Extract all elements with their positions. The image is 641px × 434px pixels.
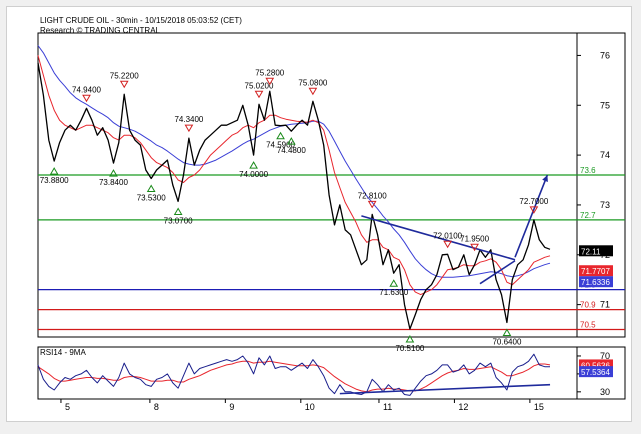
rsi-last-value-label: 57.5364 [581,368,610,377]
swing-high-label: 72.7000 [519,197,548,206]
x-tick-label: 11 [383,402,392,412]
swing-high-label: 72.0100 [433,231,462,240]
x-tick-label: 5 [65,402,70,412]
swing-high-label: 75.0200 [245,81,274,90]
rsi-title: RSI14 - 9MA [40,348,86,357]
level-label: 72.7 [580,211,596,220]
swing-low-label: 73.5300 [137,194,166,203]
last-value-label: 72.11 [581,247,601,256]
swing-low-label: 74.4800 [277,146,306,155]
swing-low-label: 73.8400 [99,178,128,187]
swing-low-marker [173,207,183,215]
y-tick-label: 75 [600,100,610,110]
swing-low-marker [146,184,156,193]
chart-frame: LIGHT CRUDE OIL - 30min - 10/15/2018 05:… [6,6,632,422]
swing-high-label: 75.2800 [255,68,284,77]
swing-high-marker [119,80,129,89]
swing-low-label: 73.0700 [164,216,193,225]
rsi-y-tick-label: 30 [600,387,610,397]
swing-low-marker [502,328,512,337]
swing-high-label: 75.0800 [298,78,327,87]
rsi-trendline [339,383,551,395]
y-tick-label: 74 [600,150,610,160]
x-tick-label: 12 [458,402,468,412]
swing-low-marker [389,279,399,287]
x-tick-label: 15 [534,402,544,412]
y-tick-label: 71 [600,300,610,310]
swing-high-marker [82,94,91,103]
swing-high-label: 71.9500 [460,234,489,243]
swing-low-label: 73.8800 [40,176,69,185]
x-tick-label: 10 [305,402,315,412]
swing-high-label: 75.2200 [110,71,139,80]
x-tick-label: 9 [229,402,234,412]
swing-low-marker [249,161,258,169]
last-value-label: 71.6336 [581,278,610,287]
swing-low-label: 70.5100 [395,344,424,353]
swing-high-marker [308,87,318,96]
level-label: 73.6 [580,166,596,175]
level-label: 70.9 [580,301,596,310]
swing-low-marker [49,167,59,175]
swing-low-label: 74.0000 [239,170,268,179]
rsi-line [37,353,550,396]
swing-high-label: 74.9400 [72,85,101,94]
y-tick-label: 76 [600,50,610,60]
swing-low-label: 70.6400 [492,338,521,347]
y-tick-label: 73 [600,200,610,210]
swing-low-marker [276,131,285,140]
price-chart: 7172737475765891011121573.672.771.370.97… [37,32,626,412]
swing-high-marker [184,124,194,133]
last-value-label: 71.7707 [581,267,610,276]
x-tick-label: 8 [154,402,159,412]
swing-low-label: 71.6300 [379,288,408,297]
swing-high-marker [254,90,264,99]
swing-high-marker [443,240,453,249]
swing-high-label: 72.8100 [358,191,387,200]
swing-high-label: 74.3400 [174,115,203,124]
level-label: 70.5 [580,321,596,330]
